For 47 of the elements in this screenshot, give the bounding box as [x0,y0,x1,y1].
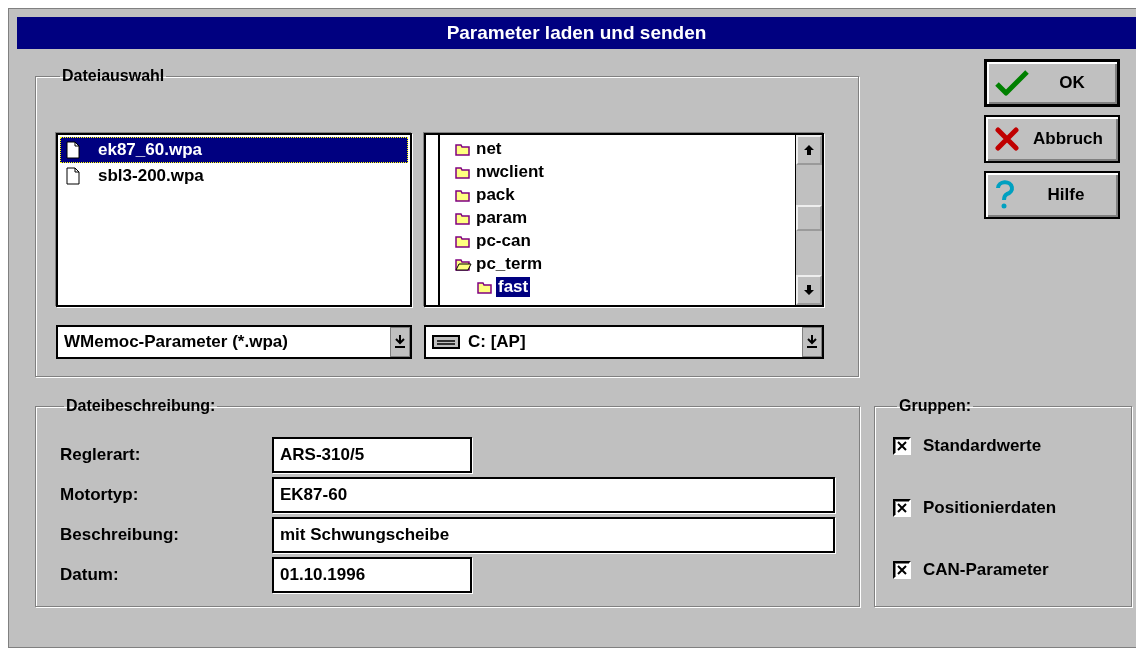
cross-icon [994,126,1020,152]
document-icon [66,167,80,185]
dialog-button[interactable]: Abbruch [984,115,1120,163]
text-field[interactable]: mit Schwungscheibe [272,517,835,553]
group-title: Dateibeschreibung: [65,397,217,415]
group-title: Dateiauswahl [61,67,166,85]
field-label: Motortyp: [60,485,140,505]
field-label: Reglerart: [60,445,142,465]
folder-item[interactable]: fast [496,276,531,297]
arrow-down-icon [803,284,815,296]
folder-item[interactable]: param [474,207,530,228]
x-mark-icon [897,441,907,451]
drive-icon [432,334,460,350]
field-label: Datum: [60,565,120,585]
checkbox[interactable] [893,437,911,455]
folder-item[interactable]: nwclient [474,161,546,182]
document-icon [66,141,80,159]
folder-item[interactable]: pc-can [474,230,533,251]
checkmark-icon [995,70,1029,96]
checkbox[interactable] [893,561,911,579]
text-field[interactable]: 01.10.1996 [272,557,472,593]
drive-dropdown[interactable]: C: [AP] [424,325,824,359]
text-field[interactable]: ARS-310/5 [272,437,472,473]
file-item[interactable]: ek87_60.wpa [60,137,408,163]
dialog-button[interactable]: Hilfe [984,171,1120,219]
checkbox-label[interactable]: Positionierdaten [923,498,1057,518]
dialog-button[interactable]: OK [984,59,1120,107]
field-label: Beschreibung: [60,525,181,545]
x-mark-icon [897,565,907,575]
file-item[interactable]: sbl3-200.wpa [60,163,408,189]
x-mark-icon [897,503,907,513]
group-title: Gruppen: [898,397,972,415]
folder-item[interactable]: pack [474,184,517,205]
folder-item[interactable]: net [474,138,504,159]
arrow-up-icon [803,144,815,156]
folder-item[interactable]: pc_term [474,253,545,274]
folder-tree[interactable]: net nwclient pack param pc-can pc_term fast [424,133,824,307]
file-list[interactable]: ek87_60.wpa sbl3-200.wpa [56,133,412,307]
file-type-dropdown[interactable]: WMemoc-Parameter (*.wpa) [56,325,412,359]
window-title: Parameter laden und senden [446,22,707,44]
scroll-thumb[interactable] [796,205,822,231]
checkbox-label[interactable]: Standardwerte [923,436,1042,456]
question-mark-icon [994,180,1016,210]
checkbox-label[interactable]: CAN-Parameter [923,560,1049,580]
checkbox[interactable] [893,499,911,517]
text-field[interactable]: EK87-60 [272,477,835,513]
scrollbar[interactable] [795,135,822,305]
